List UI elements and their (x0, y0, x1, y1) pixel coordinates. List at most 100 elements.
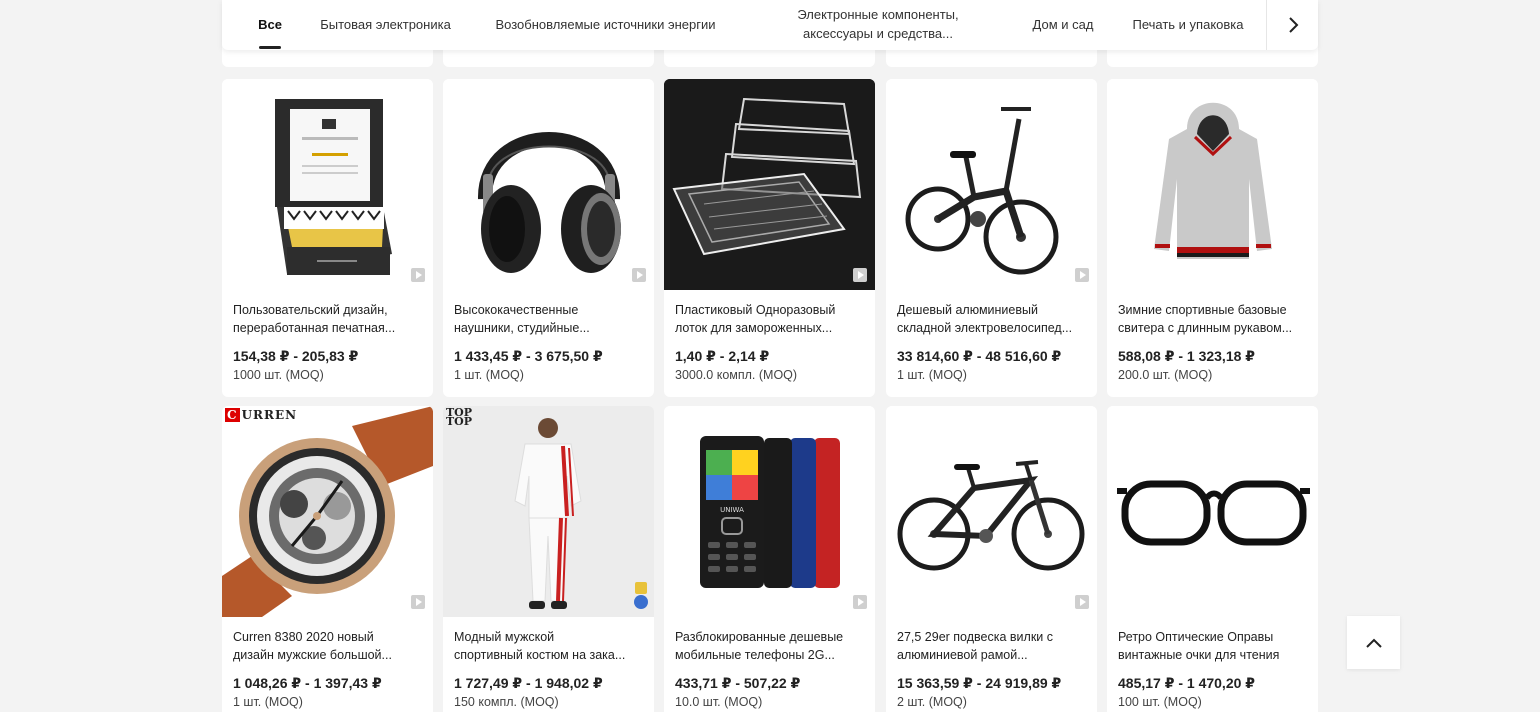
product-title-line1: Зимние спортивные базовые (1118, 303, 1287, 317)
product-moq: 1 шт. (MOQ) (233, 695, 303, 709)
product-title-line2: лоток для замороженных... (675, 321, 833, 335)
product-price: 154,38 ₽ - 205,83 ₽ (233, 348, 359, 364)
eyeglasses-image (1117, 480, 1310, 546)
chevron-up-icon (1365, 638, 1382, 648)
product-title-line2: свитера с длинным рукавом... (1118, 321, 1293, 335)
tab-label-line2: аксессуары и средства... (803, 26, 953, 41)
product-moq: 2 шт. (MOQ) (897, 695, 967, 709)
product-price: 1 048,26 ₽ - 1 397,43 ₽ (233, 675, 382, 691)
product-price: 433,71 ₽ - 507,22 ₽ (675, 675, 801, 691)
play-icon[interactable] (1075, 595, 1089, 609)
product-title-line2: мобильные телефоны 2G... (675, 648, 835, 662)
play-icon[interactable] (1075, 268, 1089, 282)
product-title[interactable]: Дешевый алюминиевый складной электровело… (886, 290, 1097, 339)
product-price: 1,40 ₽ - 2,14 ₽ (675, 348, 770, 364)
wristwatch-image (222, 406, 433, 617)
product-card[interactable]: 27,5 29er подвеска вилки с алюминиевой р… (886, 406, 1097, 712)
mailer-box-image (275, 99, 392, 275)
product-title-line2: винтажные очки для чтения (1118, 648, 1280, 662)
play-icon[interactable] (411, 268, 425, 282)
play-icon[interactable] (411, 595, 425, 609)
product-card[interactable]: Зимние спортивные базовые свитера с длин… (1107, 79, 1318, 397)
product-card[interactable]: Пластиковый Одноразовый лоток для заморо… (664, 79, 875, 397)
product-image (222, 79, 433, 290)
product-title[interactable]: Пользовательский дизайн, переработанная … (222, 290, 433, 339)
product-title-line1: Пользовательский дизайн, (233, 303, 388, 317)
product-title[interactable]: Зимние спортивные базовые свитера с длин… (1107, 290, 1318, 339)
feature-phones-image: UNIWA (700, 436, 840, 588)
product-card[interactable]: Высококачественные наушники, студийные..… (443, 79, 654, 397)
product-title[interactable]: Высококачественные наушники, студийные..… (443, 290, 654, 339)
tab-renewable-energy[interactable]: Возобновляемые источники энергии (489, 0, 722, 50)
plastic-trays-image (664, 79, 875, 290)
product-card[interactable]: Пользовательский дизайн, переработанная … (222, 79, 433, 397)
product-card[interactable]: Дешевый алюминиевый складной электровело… (886, 79, 1097, 397)
product-image (886, 406, 1097, 617)
product-title-line2: спортивный костюм на зака... (454, 648, 626, 662)
product-image (886, 79, 1097, 290)
product-image (1107, 406, 1318, 617)
product-moq: 100 шт. (MOQ) (1118, 695, 1202, 709)
product-card[interactable]: UNIWA Разблокированные дешевые мобильные… (664, 406, 875, 712)
product-title-line1: Дешевый алюминиевый (897, 303, 1038, 317)
product-title-line1: Разблокированные дешевые (675, 630, 844, 644)
tab-label-line1: Электронные компоненты, (797, 7, 959, 23)
product-title[interactable]: Модный мужской спортивный костюм на зака… (443, 617, 654, 666)
phone-brand-label: UNIWA (720, 506, 744, 514)
tab-all[interactable]: Все (258, 0, 282, 50)
curren-logo: C URREN (225, 408, 298, 422)
product-moq: 3000.0 компл. (MOQ) (675, 368, 798, 382)
product-title-line1: Модный мужской (454, 630, 555, 644)
tab-printing-packaging[interactable]: Печать и упаковка (1129, 0, 1247, 50)
tab-consumer-electronics[interactable]: Бытовая электроника (318, 0, 453, 50)
tabs-next-button[interactable] (1266, 0, 1318, 50)
tab-home-garden[interactable]: Дом и сад (1032, 0, 1094, 50)
product-price: 15 363,59 ₽ - 24 919,89 ₽ (897, 675, 1062, 691)
play-icon[interactable] (853, 595, 867, 609)
product-title-line1: Curren 8380 2020 новый (233, 630, 374, 644)
product-title-line2: переработанная печатная... (233, 321, 396, 335)
tracksuit-image (443, 406, 654, 617)
top-badge: TOP TOP (446, 406, 473, 428)
product-moq: 1 шт. (MOQ) (454, 368, 524, 382)
product-title-line1: 27,5 29er подвеска вилки с (897, 630, 1053, 644)
category-tab-bar: Все Бытовая электроника Возобновляемые и… (222, 0, 1318, 50)
product-title[interactable]: Пластиковый Одноразовый лоток для заморо… (664, 290, 875, 339)
back-to-top-button[interactable] (1347, 616, 1400, 669)
product-title-line2: алюминиевой рамой... (897, 648, 1028, 662)
product-title-line2: складной электровелосипед... (897, 321, 1073, 335)
product-title[interactable]: Curren 8380 2020 новый дизайн мужские бо… (222, 617, 433, 666)
product-image: UNIWA (664, 406, 875, 617)
product-price: 588,08 ₽ - 1 323,18 ₽ (1118, 348, 1256, 364)
product-title[interactable]: Ретро Оптические Оправы винтажные очки д… (1107, 617, 1318, 666)
product-moq: 200.0 шт. (MOQ) (1118, 368, 1213, 382)
product-title[interactable]: 27,5 29er подвеска вилки с алюминиевой р… (886, 617, 1097, 666)
product-moq: 10.0 шт. (MOQ) (675, 695, 763, 709)
product-moq: 1 шт. (MOQ) (897, 368, 967, 382)
play-icon[interactable] (853, 268, 867, 282)
product-card[interactable]: TOP TOP Модный мужской спортивный костюм … (443, 406, 654, 712)
product-image: C URREN (222, 406, 433, 617)
grey-hoodie-image (1154, 102, 1272, 259)
product-title[interactable]: Разблокированные дешевые мобильные телеф… (664, 617, 875, 666)
product-price: 1 433,45 ₽ - 3 675,50 ₽ (454, 348, 603, 364)
folding-ebike-image (905, 107, 1059, 275)
product-title-line1: Ретро Оптические Оправы (1118, 630, 1274, 644)
chevron-right-icon (1288, 17, 1298, 33)
mountain-bike-image (897, 460, 1085, 571)
product-card[interactable]: Ретро Оптические Оправы винтажные очки д… (1107, 406, 1318, 712)
product-title-line2: дизайн мужские большой... (233, 648, 392, 662)
product-price: 1 727,49 ₽ - 1 948,02 ₽ (454, 675, 603, 691)
product-card[interactable]: C URREN Curren 8380 2020 новый дизайн муж… (222, 406, 433, 712)
product-image: TOP TOP (443, 406, 654, 617)
product-price: 33 814,60 ₽ - 48 516,60 ₽ (897, 348, 1062, 364)
product-moq: 1000 шт. (MOQ) (233, 368, 324, 382)
product-image (1107, 79, 1318, 290)
product-image (443, 79, 654, 290)
product-title-line1: Высококачественные (454, 303, 579, 317)
product-title-line1: Пластиковый Одноразовый (675, 303, 836, 317)
product-title-line2: наушники, студийные... (454, 321, 590, 335)
play-icon[interactable] (632, 268, 646, 282)
product-moq: 150 компл. (MOQ) (454, 695, 559, 709)
tab-electronic-components[interactable]: Электронные компоненты, аксессуары и сре… (782, 0, 974, 50)
